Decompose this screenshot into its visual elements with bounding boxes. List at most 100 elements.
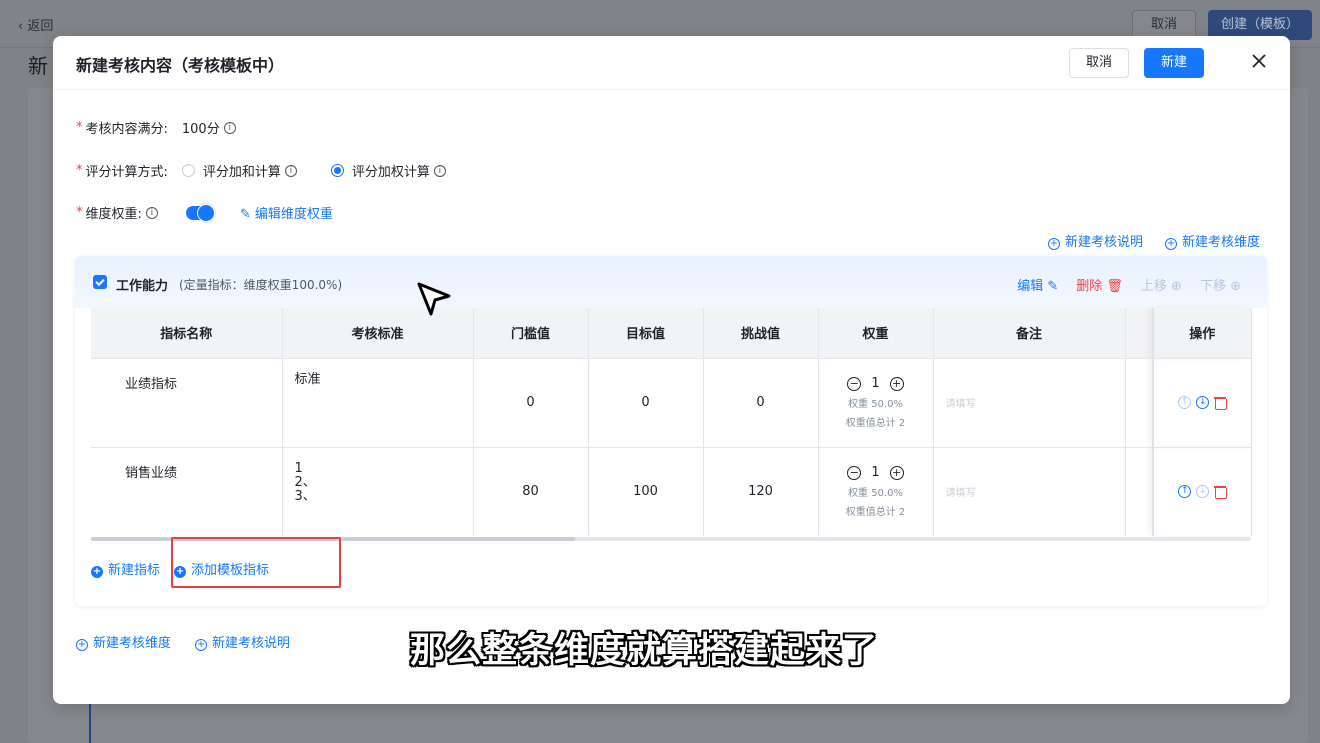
dimension-card: 工作能力 (定量指标：维度权重100.0%) 编辑 ✎ 删除 🗑 上移 ⊕ 下移…: [75, 256, 1267, 606]
calc-method-row: * 评分计算方式: 评分加和计算 i 评分加权计算 i: [76, 161, 446, 180]
info-icon[interactable]: i: [284, 164, 297, 177]
target-value[interactable]: 0: [588, 357, 704, 447]
radio-sum-label[interactable]: 评分加和计算: [203, 161, 281, 180]
new-dimension-link[interactable]: + 新建考核维度: [1165, 231, 1260, 250]
table-header-row: 指标名称 考核标准 门槛值 目标值 挑战值 权重 备注 操作: [91, 308, 1252, 358]
remark-input[interactable]: 请填写: [933, 446, 1126, 536]
plus-circle-icon: +: [195, 639, 208, 651]
column-header: 指标名称: [91, 308, 283, 358]
dimension-checkbox[interactable]: [93, 275, 107, 289]
remark-input[interactable]: 请填写: [933, 357, 1126, 447]
metrics-table: 指标名称 考核标准 门槛值 目标值 挑战值 权重 备注 操作 业绩指标 标准 0…: [91, 308, 1252, 536]
info-icon[interactable]: i: [433, 164, 446, 177]
mouse-cursor-icon: [417, 282, 451, 316]
dimension-weight-toggle[interactable]: [185, 203, 215, 222]
chevron-left-icon: ‹: [18, 19, 28, 34]
move-up-icon[interactable]: ↑: [1178, 485, 1192, 499]
weight-cell: − 1 + 权重 50.0% 权重值总计 2: [818, 446, 934, 536]
target-value[interactable]: 100: [588, 446, 704, 536]
column-header: 操作: [1152, 308, 1252, 358]
spacer-cell: [1125, 357, 1154, 447]
new-description-link[interactable]: + 新建考核说明: [195, 632, 290, 651]
weight-value[interactable]: 1: [871, 465, 879, 480]
threshold-value[interactable]: 0: [473, 357, 589, 447]
dimension-weight-label: 维度权重:: [85, 207, 142, 222]
required-mark: *: [76, 205, 83, 220]
dimension-header: 工作能力 (定量指标：维度权重100.0%) 编辑 ✎ 删除 🗑 上移 ⊕ 下移…: [75, 256, 1267, 308]
cancel-button[interactable]: 取消: [1069, 48, 1129, 78]
arrow-down-circle-icon: ⊕: [1225, 279, 1241, 294]
plus-circle-icon[interactable]: +: [889, 465, 904, 480]
spacer-cell: [1125, 446, 1154, 536]
move-up-button[interactable]: 上移 ⊕: [1141, 275, 1182, 294]
move-down-icon[interactable]: ↓: [1196, 396, 1210, 409]
edit-weight-link[interactable]: ✎ 编辑维度权重: [240, 203, 333, 222]
row-operations: ↑ ↓: [1152, 357, 1252, 447]
weight-percent: 权重 50.0%: [848, 488, 903, 500]
required-mark: *: [76, 163, 83, 178]
metric-name[interactable]: 销售业绩: [91, 446, 283, 536]
metric-standard[interactable]: 标准: [282, 357, 474, 447]
new-dimension-link[interactable]: + 新建考核维度: [76, 632, 171, 651]
required-mark: *: [76, 120, 83, 135]
dimension-name: 工作能力: [116, 279, 169, 294]
minus-circle-icon[interactable]: −: [847, 465, 862, 480]
plus-circle-icon: +: [76, 639, 88, 651]
highlight-box: [171, 537, 341, 588]
challenge-value[interactable]: 0: [703, 357, 819, 447]
radio-sum[interactable]: [181, 164, 195, 177]
close-icon[interactable]: [1249, 51, 1269, 71]
info-icon[interactable]: i: [223, 121, 236, 134]
radio-weighted-label[interactable]: 评分加权计算: [352, 161, 430, 180]
plus-filled-icon: +: [91, 566, 103, 578]
new-description-link[interactable]: + 新建考核说明: [1048, 231, 1143, 250]
arrow-up-circle-icon: ⊕: [1166, 279, 1182, 294]
threshold-value[interactable]: 80: [473, 446, 589, 536]
video-subtitle: 那么整条维度就算搭建起来了: [410, 631, 879, 671]
trash-icon: 🗑: [1102, 279, 1123, 294]
delete-dimension-button[interactable]: 删除 🗑: [1076, 275, 1123, 294]
new-metric-link[interactable]: + 新建指标: [91, 559, 160, 578]
weight-cell: − 1 + 权重 50.0% 权重值总计 2: [818, 357, 934, 447]
dimension-meta: (定量指标：维度权重100.0%): [179, 278, 343, 292]
modal-title: 新建考核内容（考核模板中）: [76, 56, 285, 75]
background-title: 新: [28, 54, 48, 78]
plus-circle-icon[interactable]: +: [889, 376, 904, 391]
column-header: 挑战值: [703, 308, 819, 358]
new-button[interactable]: 新建: [1144, 48, 1204, 78]
edit-dimension-button[interactable]: 编辑 ✎: [1017, 275, 1058, 294]
metric-name[interactable]: 业绩指标: [91, 357, 283, 447]
radio-weighted[interactable]: [330, 164, 344, 177]
move-down-icon[interactable]: ↓: [1196, 485, 1210, 499]
full-score-value: 100分: [181, 122, 220, 137]
metric-standard[interactable]: 1 2、 3、: [282, 446, 474, 536]
dimension-actions: 编辑 ✎ 删除 🗑 上移 ⊕ 下移 ⊕: [1017, 275, 1241, 294]
weight-value[interactable]: 1: [871, 376, 879, 391]
move-down-button[interactable]: 下移 ⊕: [1200, 275, 1241, 294]
weight-total: 权重值总计 2: [845, 507, 906, 519]
edit-icon: ✎: [239, 207, 255, 222]
full-score-row: * 考核内容满分: 100分 i: [76, 118, 236, 137]
back-link[interactable]: ‹ 返回: [18, 15, 53, 34]
challenge-value[interactable]: 120: [703, 446, 819, 536]
column-header: 门槛值: [473, 308, 589, 358]
full-score-label: 考核内容满分:: [85, 122, 168, 137]
column-header: 备注: [933, 308, 1126, 358]
calc-method-label: 评分计算方式:: [85, 165, 168, 180]
column-header: [1125, 308, 1154, 358]
column-header: 权重: [818, 308, 934, 358]
trash-icon[interactable]: [1214, 396, 1228, 410]
move-up-icon[interactable]: ↑: [1178, 396, 1192, 409]
modal-dialog: 新建考核内容（考核模板中） 取消 新建 * 考核内容满分: 100分 i * 评…: [53, 36, 1290, 704]
plus-circle-icon: +: [1165, 238, 1178, 250]
top-links: + 新建考核说明 + 新建考核维度: [1048, 231, 1260, 250]
trash-icon[interactable]: [1214, 485, 1228, 500]
table-row: 业绩指标 标准 0 0 0 − 1 + 权重 50.0% 权重值总计 2 请填写…: [91, 357, 1252, 447]
modal-footer-links: + 新建考核维度 + 新建考核说明: [76, 632, 290, 651]
dimension-weight-row: * 维度权重: i ✎ 编辑维度权重: [76, 203, 333, 222]
minus-circle-icon[interactable]: −: [847, 376, 862, 391]
weight-percent: 权重 50.0%: [848, 399, 903, 410]
info-icon[interactable]: i: [145, 206, 158, 219]
edit-icon: ✎: [1043, 279, 1059, 294]
modal-header: 新建考核内容（考核模板中） 取消 新建: [53, 36, 1290, 90]
